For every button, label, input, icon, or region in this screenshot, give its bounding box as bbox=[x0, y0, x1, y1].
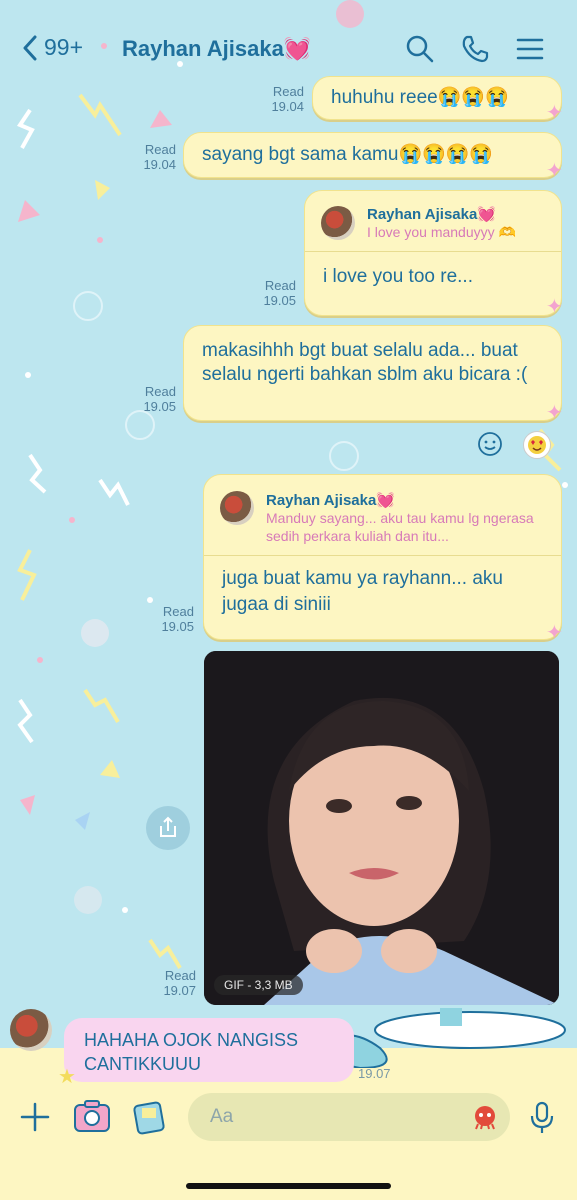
gif-photo bbox=[204, 651, 559, 1005]
message-time: 19.07 bbox=[163, 983, 196, 998]
star-icon: ✦ bbox=[546, 102, 563, 124]
quoted-sender: Rayhan Ajisaka💓 bbox=[367, 206, 497, 223]
message-text: sayang bgt sama kamu😭😭😭😭 bbox=[202, 144, 494, 165]
quoted-sender: Rayhan Ajisaka💓 bbox=[266, 492, 396, 509]
message-text: makasihhh bgt buat selalu ada... buat se… bbox=[202, 340, 528, 385]
message-meta: Read 19.05 bbox=[150, 604, 194, 634]
message-bubble[interactable]: sayang bgt sama kamu😭😭😭😭 bbox=[183, 132, 562, 178]
star-icon: ✦ bbox=[546, 622, 563, 644]
smiley-reaction-icon[interactable] bbox=[477, 431, 503, 457]
read-status: Read bbox=[264, 278, 296, 293]
plus-icon[interactable] bbox=[18, 1100, 52, 1134]
camera-icon[interactable] bbox=[72, 1098, 112, 1134]
message-text: huhuhu reee😭😭😭 bbox=[331, 87, 509, 108]
message-time: 19.04 bbox=[143, 157, 176, 172]
phone-icon[interactable] bbox=[460, 34, 490, 64]
contact-name[interactable]: Rayhan Ajisaka💓 bbox=[122, 36, 311, 62]
avatar bbox=[321, 206, 355, 240]
gif-image[interactable]: GIF - 3,3 MB bbox=[204, 651, 559, 1005]
incoming-message-bubble[interactable]: HAHAHA OJOK NANGISS CANTIKKUUU bbox=[64, 1018, 354, 1082]
read-status: Read bbox=[272, 84, 304, 99]
microphone-icon[interactable] bbox=[528, 1100, 556, 1136]
gif-size-badge: GIF - 3,3 MB bbox=[214, 975, 303, 995]
search-icon[interactable] bbox=[405, 34, 435, 64]
star-icon: ✦ bbox=[546, 160, 563, 182]
message-text: i love you too re... bbox=[323, 266, 473, 287]
message-time: 19.04 bbox=[271, 99, 304, 114]
heart-eyes-reaction-icon[interactable] bbox=[523, 431, 551, 459]
read-status: Read bbox=[144, 142, 176, 157]
gallery-icon[interactable] bbox=[130, 1098, 170, 1136]
message-text: juga buat kamu ya rayhann... aku jugaa d… bbox=[222, 568, 503, 615]
read-status: Read bbox=[164, 968, 196, 983]
menu-icon[interactable] bbox=[515, 34, 545, 64]
quoted-text: Manduy sayang... aku tau kamu lg ngerasa… bbox=[266, 510, 534, 544]
read-status: Read bbox=[162, 604, 194, 619]
quoted-text: I love you manduyyy 🫶 bbox=[367, 224, 516, 240]
contact-avatar[interactable] bbox=[10, 1009, 52, 1051]
home-indicator bbox=[186, 1183, 391, 1189]
message-meta: Read 19.07 bbox=[152, 968, 196, 998]
message-meta: Read 19.04 bbox=[262, 84, 304, 114]
message-input[interactable]: Aa bbox=[188, 1093, 510, 1141]
back-button[interactable]: 99+ bbox=[22, 34, 83, 61]
quoted-message[interactable]: Rayhan Ajisaka💓 I love you manduyyy 🫶 bbox=[305, 191, 561, 252]
share-button[interactable] bbox=[146, 806, 190, 850]
reply-message-bubble[interactable]: Rayhan Ajisaka💓 Manduy sayang... aku tau… bbox=[203, 474, 562, 640]
message-meta: Read 19.04 bbox=[132, 142, 176, 172]
message-bubble[interactable]: huhuhu reee😭😭😭 bbox=[312, 76, 562, 120]
incoming-message-text: HAHAHA OJOK NANGISS CANTIKKUUU bbox=[84, 1030, 299, 1074]
sticker-icon[interactable] bbox=[472, 1104, 498, 1130]
incoming-time: 19.07 bbox=[358, 1066, 391, 1081]
read-status: Read bbox=[144, 384, 176, 399]
message-time: 19.05 bbox=[263, 293, 296, 308]
avatar bbox=[220, 491, 254, 525]
star-icon: ★ bbox=[58, 1066, 76, 1088]
star-icon: ✦ bbox=[546, 296, 563, 318]
message-meta: Read 19.05 bbox=[132, 384, 176, 414]
star-icon: ✦ bbox=[546, 402, 563, 424]
message-bubble[interactable]: makasihhh bgt buat selalu ada... buat se… bbox=[183, 325, 562, 421]
message-time: 19.05 bbox=[143, 399, 176, 414]
quoted-message[interactable]: Rayhan Ajisaka💓 Manduy sayang... aku tau… bbox=[204, 475, 561, 556]
message-time: 19.05 bbox=[161, 619, 194, 634]
message-meta: Read 19.05 bbox=[254, 278, 296, 308]
unread-count: 99+ bbox=[44, 34, 84, 60]
reply-message-bubble[interactable]: Rayhan Ajisaka💓 I love you manduyyy 🫶 i … bbox=[304, 190, 562, 316]
input-placeholder: Aa bbox=[210, 1106, 234, 1127]
chevron-left-icon bbox=[23, 35, 37, 60]
share-icon bbox=[160, 816, 176, 837]
